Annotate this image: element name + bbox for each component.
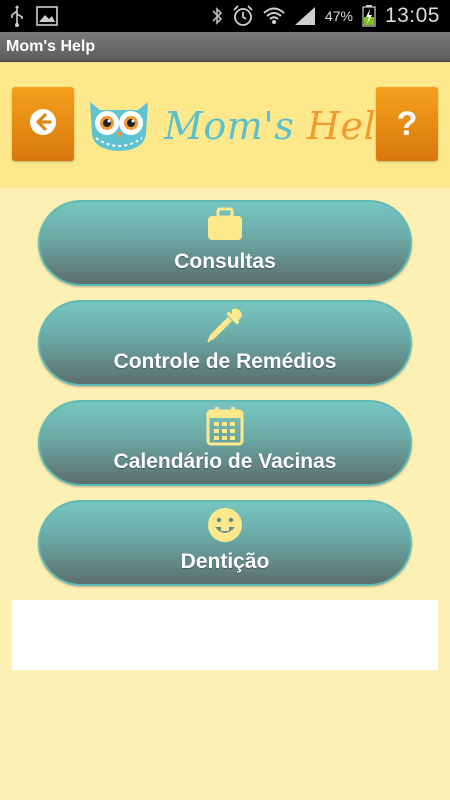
menu-item-denticao[interactable]: Dentição <box>38 500 412 586</box>
menu-label: Calendário de Vacinas <box>113 450 337 473</box>
smile-tooth-icon <box>206 506 244 549</box>
battery-percent: 47% <box>324 8 353 24</box>
bluetooth-icon <box>211 6 223 26</box>
briefcase-icon <box>206 206 244 247</box>
help-button[interactable]: ? <box>376 87 438 161</box>
app-title: Mom's Help <box>6 37 96 55</box>
signal-icon <box>294 6 316 26</box>
image-icon <box>36 6 58 26</box>
usb-icon <box>10 5 24 27</box>
logo-text-mom: Mom's <box>164 104 295 148</box>
logo-text: Mom's Help <box>164 104 401 148</box>
back-button[interactable] <box>12 87 74 161</box>
dropper-icon <box>205 306 245 349</box>
status-bar-right: 47% 13:05 <box>211 4 440 28</box>
status-bar: 47% 13:05 <box>0 0 450 32</box>
help-question-icon: ? <box>396 104 418 143</box>
owl-icon <box>84 94 154 159</box>
menu-label: Consultas <box>174 250 276 273</box>
menu-label: Controle de Remédios <box>113 350 337 373</box>
menu-item-calendario-vacinas[interactable]: Calendário de Vacinas <box>38 400 412 486</box>
menu-item-consultas[interactable]: Consultas <box>38 200 412 286</box>
arrow-left-icon <box>29 108 57 141</box>
app-logo: Mom's Help <box>84 94 400 159</box>
status-time: 13:05 <box>384 4 440 27</box>
alarm-icon <box>232 5 254 27</box>
status-bar-left <box>10 5 58 27</box>
calendar-icon <box>206 406 244 451</box>
battery-charging-icon <box>362 5 376 27</box>
app-title-bar: Mom's Help <box>0 32 450 62</box>
menu-label: Dentição <box>180 550 270 573</box>
wifi-icon <box>263 7 285 25</box>
menu-item-controle-remedios[interactable]: Controle de Remédios <box>38 300 412 386</box>
header-band: Mom's Help ? <box>0 62 450 188</box>
ad-placeholder <box>12 600 438 670</box>
